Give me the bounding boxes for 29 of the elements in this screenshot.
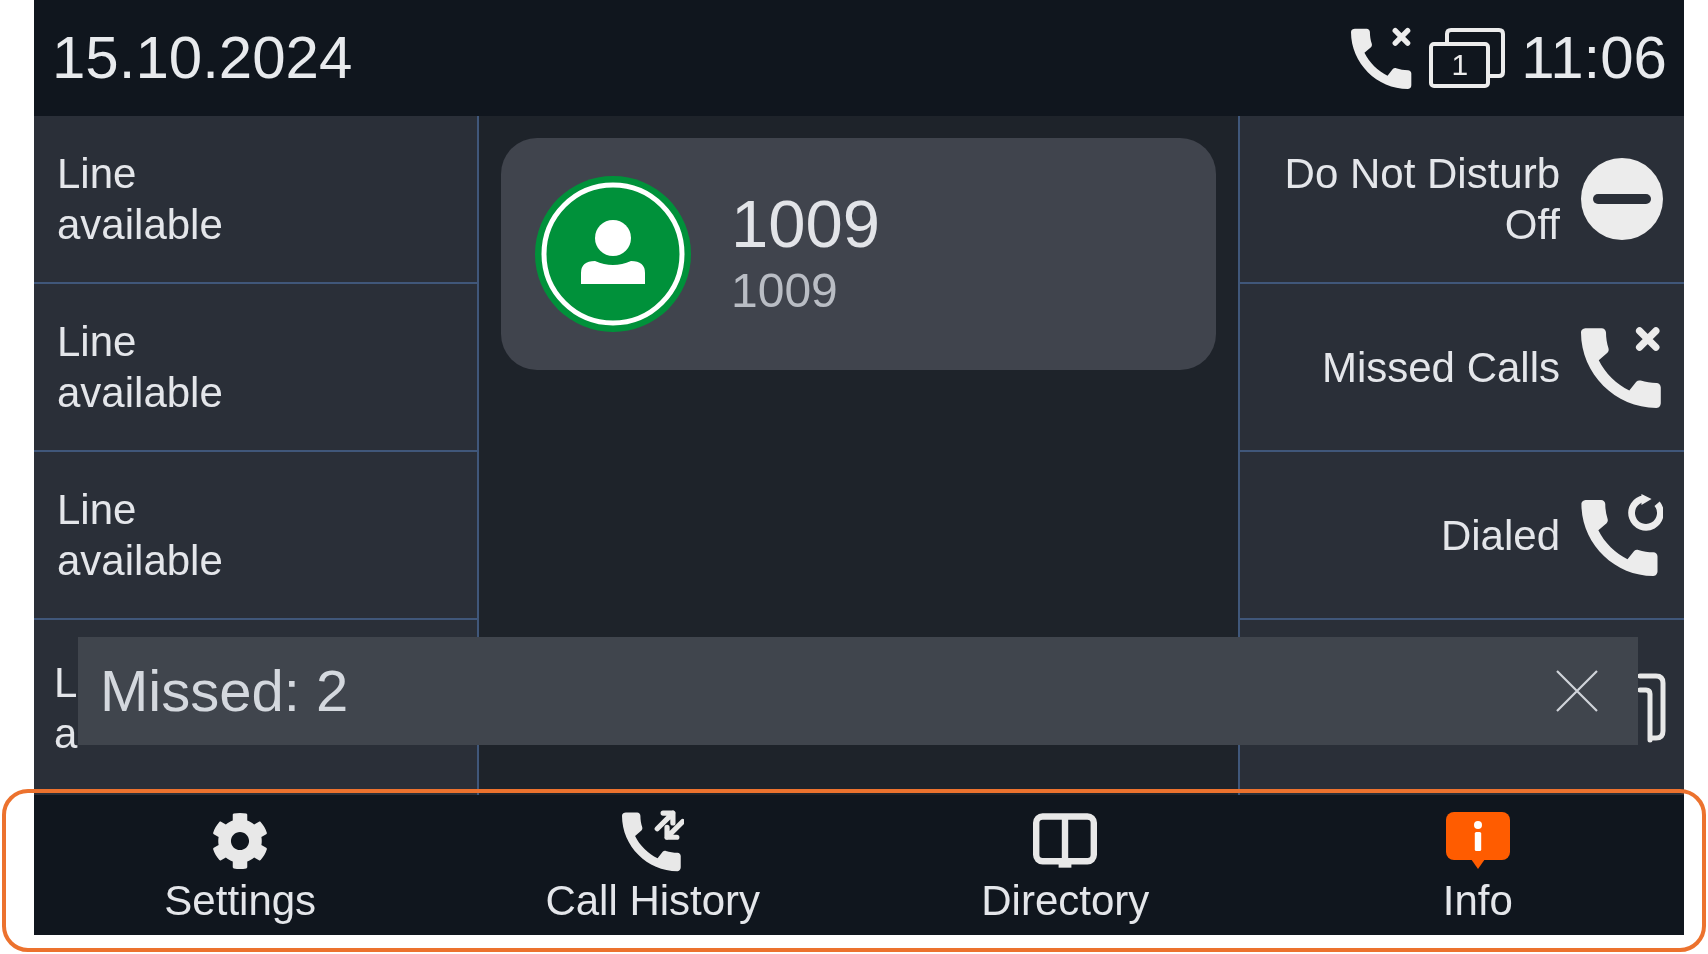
- line-key[interactable]: Line available: [34, 116, 477, 284]
- call-history-icon: [621, 810, 684, 872]
- settings-icon: [211, 812, 270, 870]
- softkey-button[interactable]: Directory: [981, 810, 1150, 925]
- toast-text: Missed: 2: [100, 662, 349, 720]
- missed-call-icon: [1581, 326, 1663, 408]
- contact-number: 1009: [731, 263, 839, 319]
- bracket-icon: [1638, 672, 1666, 743]
- line-key[interactable]: Line available: [34, 284, 477, 452]
- shortcut-key[interactable]: Missed Calls: [1240, 284, 1684, 452]
- book-icon: [1033, 813, 1098, 869]
- clock-time: 11:06: [1521, 28, 1667, 88]
- softkey-button[interactable]: Call History: [545, 810, 761, 925]
- avatar-icon: [535, 176, 691, 332]
- close-icon: [1555, 669, 1599, 713]
- phone-redial-icon: [1581, 494, 1663, 576]
- line-number: 1: [1451, 50, 1469, 80]
- line-key-icon: [1429, 28, 1506, 88]
- softkey-button[interactable]: Settings: [164, 810, 317, 925]
- line-key[interactable]: L a: [54, 656, 78, 759]
- shortcut-key[interactable]: Dialed: [1240, 452, 1684, 620]
- do-not-disturb-icon: [1581, 158, 1663, 240]
- date: 15.10.2024: [52, 28, 353, 88]
- shortcut-key[interactable]: Do Not Disturb Off: [1240, 116, 1684, 284]
- contact-name: 1009: [731, 187, 881, 261]
- info-icon: [1445, 812, 1510, 870]
- close-button[interactable]: [1555, 669, 1599, 713]
- line-key[interactable]: Line available: [34, 452, 477, 620]
- softkey-button[interactable]: Info: [1442, 810, 1513, 925]
